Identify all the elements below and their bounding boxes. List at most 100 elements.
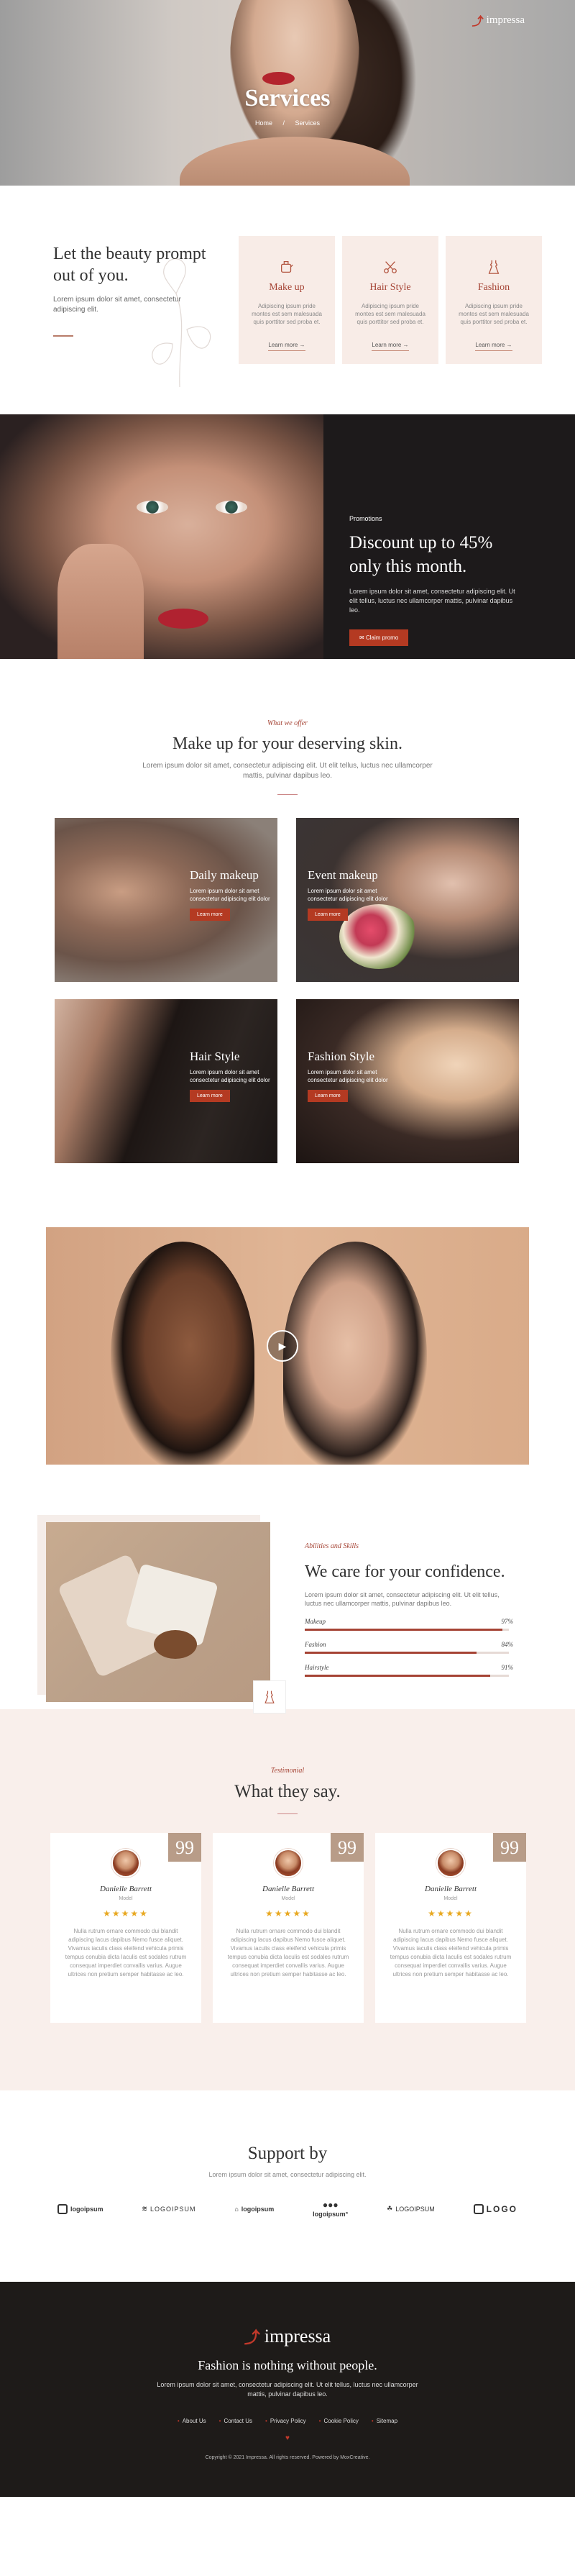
- copyright: Copyright © 2021 Impressa. All rights re…: [205, 2455, 370, 2460]
- skill-label: Hairstyle: [305, 1664, 329, 1671]
- logo-text: impressa: [264, 2326, 331, 2347]
- learn-more-link[interactable]: Learn more →: [475, 342, 512, 351]
- partner-logo-text: logoipsum°: [313, 2211, 349, 2218]
- breadcrumb-home-link[interactable]: Home: [255, 119, 272, 127]
- avatar: [111, 1849, 140, 1878]
- ticket-icon: ✉: [359, 634, 364, 641]
- logo-text: impressa: [486, 14, 525, 26]
- skills-heading: We care for your confidence.: [305, 1562, 505, 1581]
- testimonial-text: Nulla rutrum ornare commodo dui blandit …: [65, 1928, 187, 1977]
- footer-logo[interactable]: ⤴ impressa: [244, 2325, 331, 2348]
- offer-card-hair-style: Hair Style Lorem ipsum dolor sit amet co…: [55, 999, 277, 1163]
- footer-tagline: Fashion is nothing without people.: [198, 2358, 377, 2372]
- testimonials-heading: What they say.: [234, 1782, 341, 1801]
- footer-nav: About Us Contact Us Privacy Policy Cooki…: [0, 2418, 575, 2424]
- learn-more-button[interactable]: Learn more: [190, 1090, 230, 1102]
- offer-card-text: Lorem ipsum dolor sit amet consectetur a…: [190, 888, 270, 902]
- accessories-photo: [46, 1522, 270, 1702]
- logo-square-icon: [58, 2203, 68, 2214]
- claim-promo-button[interactable]: ✉ Claim promo: [349, 629, 409, 646]
- skills-text: Lorem ipsum dolor sit amet, consectetur …: [305, 1591, 500, 1607]
- play-icon: ▶: [278, 1339, 287, 1352]
- promo-photo-hand: [58, 544, 144, 659]
- heart-icon: ♥: [285, 2434, 290, 2442]
- reviewer-name: Danielle Barrett: [262, 1885, 314, 1893]
- partner-logo[interactable]: logoipsum: [58, 2203, 104, 2214]
- video-thumbnail-person: [283, 1242, 427, 1465]
- rating-stars-icon: ★★★★★: [428, 1908, 474, 1919]
- footer-link-contact[interactable]: Contact Us: [219, 2418, 252, 2424]
- testimonial-card: 99 Danielle Barrett Model ★★★★★ Nulla ru…: [213, 1833, 364, 2023]
- divider: [53, 335, 73, 337]
- skill-bar-fashion: Fashion 84%: [305, 1641, 513, 1654]
- logo-building-icon: ⌂: [234, 2205, 239, 2213]
- reviewer-name: Danielle Barrett: [100, 1885, 152, 1893]
- learn-more-button[interactable]: Learn more: [308, 1090, 348, 1102]
- skill-fill: [305, 1675, 491, 1677]
- play-button[interactable]: ▶: [267, 1330, 298, 1362]
- skill-label: Fashion: [305, 1641, 326, 1648]
- testimonials-section: Testimonial What they say. 99 Danielle B…: [0, 1709, 575, 2090]
- site-logo[interactable]: ⤴ impressa: [472, 12, 525, 29]
- reviewer-role: Model: [443, 1896, 458, 1901]
- testimonial-text: Nulla rutrum ornare commodo dui blandit …: [390, 1928, 512, 1977]
- makeup-icon: [276, 256, 298, 278]
- offer-eyebrow: What we offer: [267, 719, 308, 727]
- service-title: Hair Style: [369, 282, 411, 293]
- partner-logo[interactable]: ☘ LOGOIPSUM: [387, 2205, 435, 2213]
- footer-link-sitemap[interactable]: Sitemap: [372, 2418, 397, 2424]
- learn-more-button[interactable]: Learn more: [308, 909, 348, 921]
- dress-icon: [483, 256, 505, 278]
- hero-banner: ⤴ impressa Services Home / Services: [0, 0, 575, 186]
- skill-percent: 91%: [501, 1664, 514, 1671]
- offer-text: Lorem ipsum dolor sit amet, consectetur …: [142, 762, 433, 780]
- service-card-hair-style: Hair Style Adipiscing ipsum pride montes…: [342, 236, 438, 364]
- skill-track: [305, 1652, 509, 1654]
- avatar: [274, 1849, 303, 1878]
- divider: [277, 794, 298, 795]
- quote-icon: 99: [493, 1833, 526, 1862]
- skill-percent: 97%: [501, 1618, 514, 1625]
- dress-badge-icon: [253, 1680, 286, 1713]
- footer-link-cookie[interactable]: Cookie Policy: [319, 2418, 358, 2424]
- skill-track: [305, 1629, 509, 1631]
- footer-link-privacy[interactable]: Privacy Policy: [265, 2418, 306, 2424]
- scissors-icon: [380, 256, 401, 278]
- partner-logo-text: LOGOIPSUM: [150, 2205, 196, 2213]
- video-thumbnail-person: [111, 1242, 254, 1465]
- testimonial-text: Nulla rutrum ornare commodo dui blandit …: [227, 1928, 349, 1977]
- promo-eyebrow: Promotions: [349, 515, 382, 522]
- claim-promo-label: Claim promo: [365, 634, 399, 641]
- learn-more-link[interactable]: Learn more →: [372, 342, 409, 351]
- logo-dots-icon: ●●●: [322, 2200, 339, 2210]
- services-intro-section: Let the beauty prompt out of you. Lorem …: [0, 186, 575, 414]
- skills-eyebrow: Abilities and Skills: [305, 1542, 359, 1550]
- reviewer-role: Model: [119, 1896, 133, 1901]
- promo-photo-eye: [137, 501, 168, 514]
- logo-square-icon: [473, 2203, 484, 2214]
- learn-more-link[interactable]: Learn more →: [268, 342, 305, 351]
- testimonials-eyebrow: Testimonial: [270, 1767, 305, 1775]
- footer-text: Lorem ipsum dolor sit amet, consectetur …: [157, 2381, 418, 2398]
- support-text: Lorem ipsum dolor sit amet, consectetur …: [208, 2171, 367, 2178]
- skills-section: Abilities and Skills We care for your co…: [0, 1465, 575, 1713]
- footer-link-about[interactable]: About Us: [178, 2418, 206, 2424]
- partner-logo[interactable]: LOGO: [473, 2203, 518, 2214]
- partner-logo[interactable]: ⌂ logoipsum: [234, 2206, 274, 2213]
- breadcrumb: Home / Services: [0, 119, 575, 127]
- service-title: Make up: [269, 282, 305, 293]
- testimonial-card: 99 Danielle Barrett Model ★★★★★ Nulla ru…: [50, 1833, 201, 2023]
- partner-logo-text: logoipsum: [70, 2205, 104, 2213]
- learn-more-button[interactable]: Learn more: [190, 909, 230, 921]
- partner-logo-text: LOGOIPSUM: [395, 2205, 435, 2213]
- partner-logo[interactable]: ≋ LOGOIPSUM: [142, 2205, 196, 2213]
- partner-logo[interactable]: ●●● logoipsum°: [313, 2200, 348, 2218]
- skill-fill: [305, 1629, 503, 1631]
- promo-section: Promotions Discount up to 45% only this …: [0, 414, 575, 659]
- testimonial-card: 99 Danielle Barrett Model ★★★★★ Nulla ru…: [375, 1833, 526, 2023]
- video-section: ▶: [46, 1227, 529, 1465]
- skill-label: Makeup: [305, 1618, 326, 1625]
- hero-photo-lips: [262, 72, 295, 85]
- support-section: Support by Lorem ipsum dolor sit amet, c…: [0, 2090, 575, 2282]
- partner-logo-text: logoipsum: [241, 2205, 275, 2213]
